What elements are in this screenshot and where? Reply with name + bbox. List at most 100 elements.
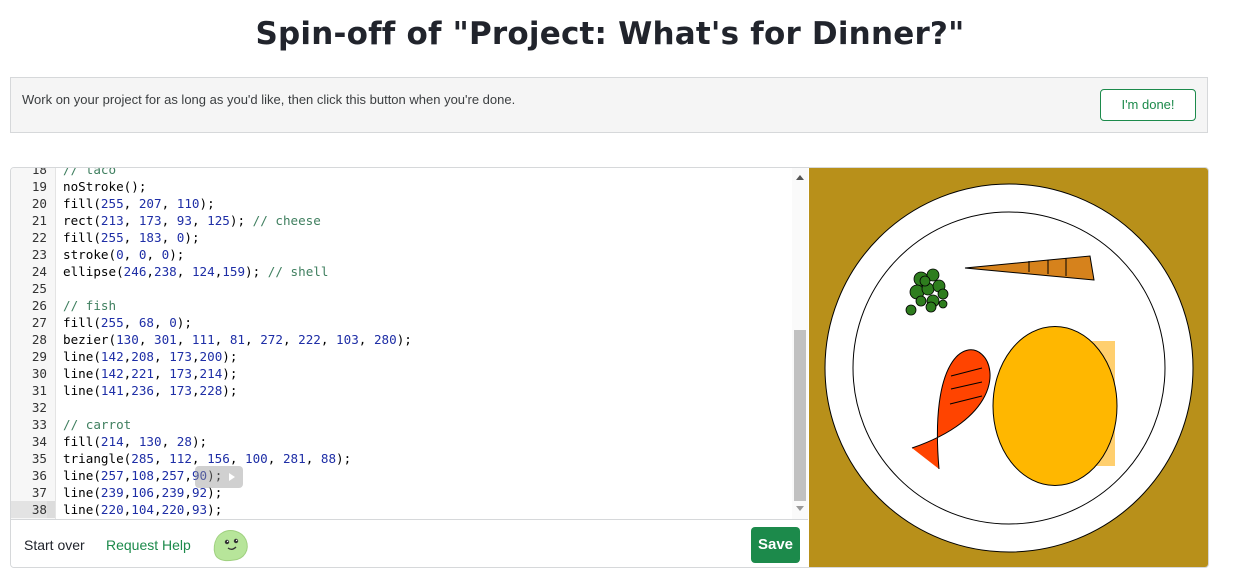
code-number-token: 68 — [138, 315, 155, 330]
code-number-token: 236 — [131, 383, 155, 398]
code-token: , — [154, 315, 170, 330]
code-lines[interactable]: 18// taco 19 noStroke(); 20 fill(255, 207, 1… — [11, 168, 412, 518]
code-token: bezier( — [63, 332, 117, 347]
instruction-banner: Work on your project for as long as you'… — [10, 77, 1208, 133]
code-editor[interactable]: 18// taco 19 noStroke(); 20 fill(255, 207, 1… — [11, 168, 808, 519]
code-number-token: 173 — [169, 349, 192, 364]
code-token: , — [154, 451, 170, 466]
code-text[interactable]: line(220,104,220,93); — [63, 501, 222, 518]
code-line[interactable]: 25 — [11, 280, 47, 297]
output-canvas[interactable] — [809, 168, 1208, 567]
code-token: ); — [184, 230, 200, 245]
line-number: 32 — [31, 400, 47, 415]
code-text[interactable]: noStroke(); — [63, 178, 146, 195]
code-number-token: 112 — [169, 451, 192, 466]
code-line[interactable]: 30 line(142,221, 173,214); — [11, 365, 238, 382]
code-line[interactable]: 24 ellipse(246,238, 124,159); // shell — [11, 263, 329, 280]
code-number-token: 110 — [176, 196, 200, 211]
code-text[interactable]: line(142,221, 173,214); — [63, 365, 237, 382]
code-text[interactable]: rect(213, 173, 93, 125); // cheese — [63, 212, 321, 229]
code-line[interactable]: 18 // taco — [11, 168, 116, 178]
code-token: , — [176, 332, 192, 347]
code-token: , — [184, 468, 192, 483]
code-token: , — [161, 230, 177, 245]
start-over-link[interactable]: Start over — [24, 537, 85, 553]
code-line[interactable]: 19 noStroke(); — [11, 178, 147, 195]
code-line[interactable]: 26 // fish — [11, 297, 116, 314]
code-text[interactable]: // taco — [63, 168, 116, 178]
line-number: 31 — [31, 383, 47, 398]
code-number-token: 159 — [222, 264, 246, 279]
code-text[interactable]: // carrot — [63, 416, 131, 433]
code-token: , — [191, 366, 200, 381]
code-line[interactable]: 31 line(141,236, 173,228); — [11, 382, 238, 399]
code-number-token: 214 — [199, 366, 223, 381]
code-line[interactable]: 38 line(220,104,220,93); — [11, 501, 222, 518]
code-line[interactable]: 37 line(239,106,239,92); — [11, 484, 222, 501]
code-line[interactable]: 33 // carrot — [11, 416, 131, 433]
code-text[interactable]: fill(255, 68, 0); — [63, 314, 192, 331]
code-number-token: 28 — [176, 434, 192, 449]
code-line[interactable]: 21 rect(213, 173, 93, 125); // cheese — [11, 212, 321, 229]
code-number-token: 220 — [100, 502, 124, 517]
code-number-token: 124 — [191, 264, 215, 279]
code-text[interactable]: stroke(0, 0, 0); — [63, 246, 184, 263]
scroll-up-arrow-icon[interactable] — [796, 175, 804, 180]
code-line[interactable]: 23 stroke(0, 0, 0); — [11, 246, 185, 263]
code-text[interactable]: fill(255, 183, 0); — [63, 229, 200, 246]
code-line[interactable]: 32 — [11, 399, 47, 416]
code-comment-token: // taco — [63, 168, 117, 177]
code-text[interactable]: ellipse(246,238, 124,159); // shell — [63, 263, 328, 280]
code-number-token: 93 — [176, 213, 192, 228]
code-number-token: 257 — [161, 468, 185, 483]
code-token: fill( — [63, 434, 101, 449]
code-number-token: 81 — [229, 332, 246, 347]
save-button[interactable]: Save — [751, 527, 800, 563]
number-scrubber-tooltip[interactable] — [195, 466, 243, 488]
line-number: 36 — [31, 468, 47, 483]
code-number-token: 141 — [100, 383, 124, 398]
code-text[interactable]: fill(214, 130, 28); — [63, 433, 207, 450]
code-line[interactable]: 28 bezier(130, 301, 111, 81, 272, 222, 10… — [11, 331, 412, 348]
code-token: , — [123, 247, 139, 262]
code-line[interactable]: 20 fill(255, 207, 110); — [11, 195, 215, 212]
code-text[interactable]: line(142,208, 173,200); — [63, 348, 237, 365]
scroll-down-arrow-icon[interactable] — [796, 506, 804, 511]
code-number-token: 93 — [191, 502, 208, 517]
code-text[interactable]: triangle(285, 112, 156, 100, 281, 88); — [63, 450, 351, 467]
done-button[interactable]: I'm done! — [1100, 89, 1196, 121]
code-token: , — [161, 196, 177, 211]
code-token: ); — [245, 264, 268, 279]
code-token: ); — [169, 247, 185, 262]
code-token: , — [191, 451, 208, 466]
code-number-token: 214 — [100, 434, 124, 449]
play-arrow-icon — [229, 473, 235, 481]
code-token: ); — [222, 366, 238, 381]
code-token: , — [305, 451, 321, 466]
code-text[interactable]: line(141,236, 173,228); — [63, 382, 237, 399]
code-token: , — [123, 434, 139, 449]
code-line[interactable]: 27 fill(255, 68, 0); — [11, 314, 192, 331]
code-number-token: 88 — [320, 451, 337, 466]
code-line[interactable]: 34 fill(214, 130, 28); — [11, 433, 207, 450]
code-line[interactable]: 35 triangle(285, 112, 156, 100, 281, 88); — [11, 450, 351, 467]
code-token: , — [267, 451, 283, 466]
code-line[interactable]: 36 line(257,108,257,90); — [11, 467, 222, 484]
line-number: 30 — [31, 366, 47, 381]
code-text[interactable]: bezier(130, 301, 111, 81, 272, 222, 103,… — [63, 331, 412, 348]
code-token: , — [184, 485, 192, 500]
request-help-link[interactable]: Request Help — [106, 537, 191, 553]
code-token: ); — [199, 196, 215, 211]
code-line[interactable]: 22 fill(255, 183, 0); — [11, 229, 200, 246]
code-token: line( — [63, 502, 101, 517]
code-number-token: 106 — [131, 485, 155, 500]
code-number-token: 220 — [161, 502, 185, 517]
code-token: , — [154, 502, 162, 517]
code-number-token: 173 — [169, 383, 192, 398]
editor-scrollbar[interactable] — [792, 168, 808, 519]
scroll-thumb[interactable] — [794, 330, 806, 501]
code-text[interactable]: // fish — [63, 297, 116, 314]
code-line[interactable]: 29 line(142,208, 173,200); — [11, 348, 238, 365]
avatar — [213, 530, 248, 562]
code-text[interactable]: fill(255, 207, 110); — [63, 195, 215, 212]
